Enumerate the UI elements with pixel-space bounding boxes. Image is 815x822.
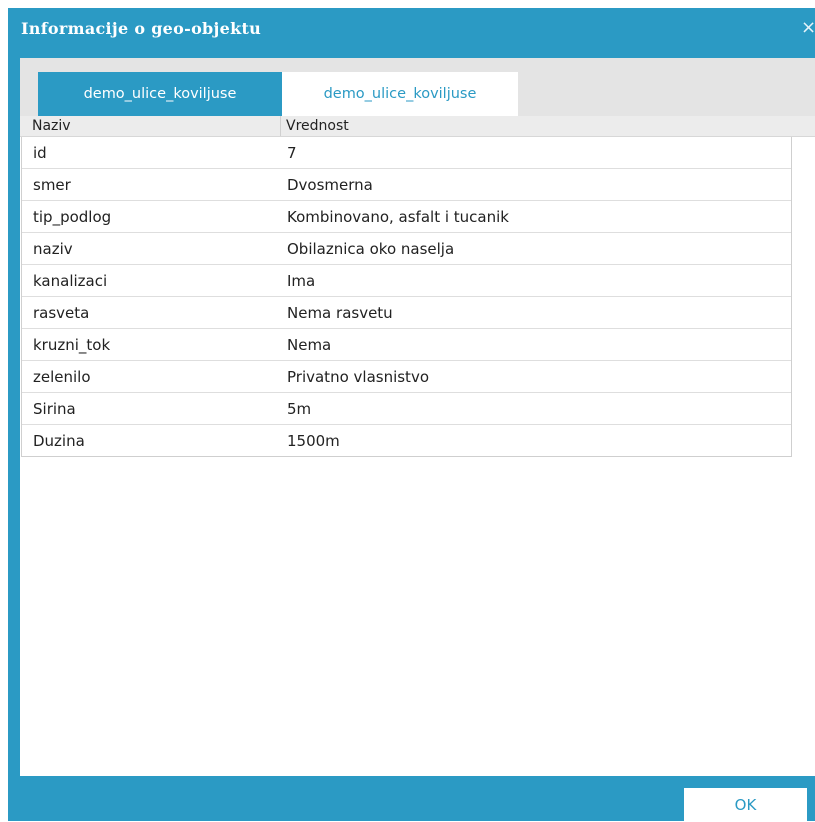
tab-demo-ulice-koviljuse[interactable]: demo_ulice_koviljuse (282, 72, 518, 116)
dialog-title-bar[interactable]: Informacije o geo-objektu × (8, 8, 815, 50)
table-row[interactable]: smer Dvosmerna (22, 169, 791, 201)
attribute-grid: Naziv Vrednost id 7 smer Dvosmerna tip_p… (20, 116, 815, 457)
table-row[interactable]: tip_podlog Kombinovano, asfalt i tucanik (22, 201, 791, 233)
cell-value: Dvosmerna (287, 176, 373, 194)
cell-value: Nema rasvetu (287, 304, 393, 322)
cell-value: 5m (287, 400, 312, 418)
cell-value: Privatno vlasnistvo (287, 368, 429, 386)
table-row[interactable]: zelenilo Privatno vlasnistvo (22, 361, 791, 393)
dialog-title: Informacije o geo-objektu (21, 19, 262, 38)
table-row[interactable]: rasveta Nema rasvetu (22, 297, 791, 329)
dialog-content: demo_ulice_koviljuse demo_ulice_koviljus… (20, 58, 815, 776)
cell-name: id (33, 144, 47, 162)
table-row[interactable]: naziv Obilaznica oko naselja (22, 233, 791, 265)
geo-object-info-dialog: Informacije o geo-objektu × demo_ulice_k… (8, 8, 815, 822)
cell-value: 7 (287, 144, 297, 162)
cell-value: 1500m (287, 432, 340, 450)
tab-strip: demo_ulice_koviljuse demo_ulice_koviljus… (20, 58, 815, 116)
cell-name: kanalizaci (33, 272, 108, 290)
cell-value: Kombinovano, asfalt i tucanik (287, 208, 509, 226)
cell-name: kruzni_tok (33, 336, 111, 354)
cell-name: naziv (33, 240, 73, 258)
close-icon[interactable]: × (801, 18, 815, 38)
column-header-naziv[interactable]: Naziv (32, 116, 71, 136)
column-header-vrednost[interactable]: Vrednost (280, 116, 349, 136)
cell-name: zelenilo (33, 368, 91, 386)
table-row[interactable]: Sirina 5m (22, 393, 791, 425)
cell-name: tip_podlog (33, 208, 112, 226)
table-row[interactable]: kanalizaci Ima (22, 265, 791, 297)
table-row[interactable]: kruzni_tok Nema (22, 329, 791, 361)
cell-value: Ima (287, 272, 316, 290)
ok-button[interactable]: OK (684, 788, 807, 822)
grid-header: Naziv Vrednost (20, 116, 815, 137)
table-row[interactable]: Duzina 1500m (22, 425, 791, 456)
cell-value: Obilaznica oko naselja (287, 240, 455, 258)
cell-name: Sirina (33, 400, 76, 418)
cell-name: smer (33, 176, 71, 194)
cell-name: Duzina (33, 432, 85, 450)
dialog-footer: OK (8, 776, 815, 822)
table-row[interactable]: id 7 (22, 137, 791, 169)
cell-value: Nema (287, 336, 332, 354)
tab-demo-ulice-koviljuse-active[interactable]: demo_ulice_koviljuse (38, 72, 282, 116)
cell-name: rasveta (33, 304, 90, 322)
grid-body: id 7 smer Dvosmerna tip_podlog Kombinova… (21, 137, 792, 457)
